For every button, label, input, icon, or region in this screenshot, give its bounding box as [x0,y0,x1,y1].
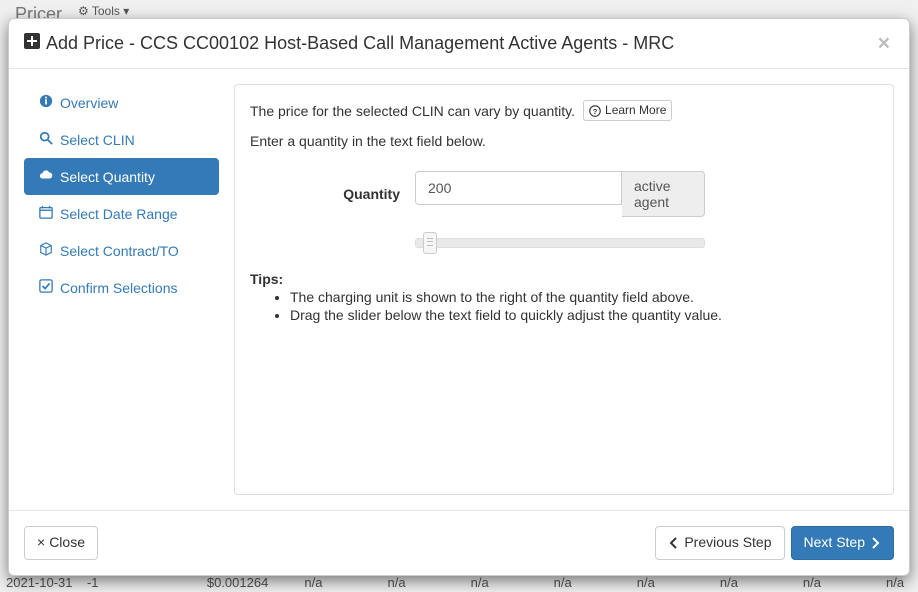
quantity-input-group: active agent [415,171,705,217]
quantity-slider[interactable] [415,231,705,251]
modal-title-text: Add Price - CCS CC00102 Host-Based Call … [46,33,674,54]
modal-header: Add Price - CCS CC00102 Host-Based Call … [9,19,909,69]
modal-footer: × Close Previous Step Next Step [9,510,909,575]
tools-dropdown[interactable]: ⚙ Tools ▾ [78,4,129,18]
nav-step-overview[interactable]: Overview [24,84,219,121]
nav-step-select-clin[interactable]: Select CLIN [24,121,219,158]
calendar-icon [39,205,53,222]
quantity-label: Quantity [250,186,415,202]
lead-text: The price for the selected CLIN can vary… [250,103,575,119]
nav-step-label: Select CLIN [60,132,135,148]
cloud-icon [39,168,53,185]
tip-item: The charging unit is shown to the right … [290,289,878,305]
tips-heading: Tips: [250,271,878,287]
add-price-modal: Add Price - CCS CC00102 Host-Based Call … [8,18,910,576]
next-step-button[interactable]: Next Step [791,526,894,560]
next-step-label: Next Step [804,533,865,553]
nav-step-select-contract-to[interactable]: Select Contract/TO [24,232,219,269]
question-circle-icon: ? [589,105,601,117]
previous-step-button[interactable]: Previous Step [655,526,784,560]
nav-step-label: Select Contract/TO [60,243,179,259]
chevron-right-icon [869,537,881,549]
slider-track [415,238,705,248]
learn-more-label: Learn More [605,102,666,119]
close-icon[interactable]: × [874,33,894,54]
tips-list: The charging unit is shown to the right … [250,289,878,323]
nav-step-label: Confirm Selections [60,280,178,296]
quantity-unit: active agent [622,171,705,217]
x-icon: × [37,533,45,553]
slider-handle[interactable] [423,232,437,254]
step-content-panel: The price for the selected CLIN can vary… [234,84,894,495]
learn-more-button[interactable]: ? Learn More [583,100,672,121]
nav-step-select-date-range[interactable]: Select Date Range [24,195,219,232]
info-icon [39,94,53,111]
nav-step-label: Overview [60,95,118,111]
plus-square-icon [24,33,40,54]
chevron-left-icon [668,537,680,549]
nav-step-select-quantity[interactable]: Select Quantity [24,158,219,195]
search-icon [39,131,53,148]
wizard-nav: Overview Select CLIN Select Quantity Select… [24,84,219,495]
cube-icon [39,242,53,259]
nav-step-confirm-selections[interactable]: Confirm Selections [24,269,219,306]
close-button[interactable]: × Close [24,526,98,560]
modal-body: Overview Select CLIN Select Quantity Select… [9,69,909,510]
close-button-label: Close [49,533,85,553]
quantity-input[interactable] [415,171,622,205]
tip-item: Drag the slider below the text field to … [290,307,878,323]
check-icon [39,279,53,296]
previous-step-label: Previous Step [684,533,771,553]
quantity-row: Quantity active agent [250,171,878,217]
nav-step-label: Select Date Range [60,206,178,222]
instruction-text: Enter a quantity in the text field below… [250,133,878,149]
modal-title: Add Price - CCS CC00102 Host-Based Call … [24,33,674,54]
svg-text:?: ? [593,107,598,116]
nav-step-label: Select Quantity [60,169,155,185]
